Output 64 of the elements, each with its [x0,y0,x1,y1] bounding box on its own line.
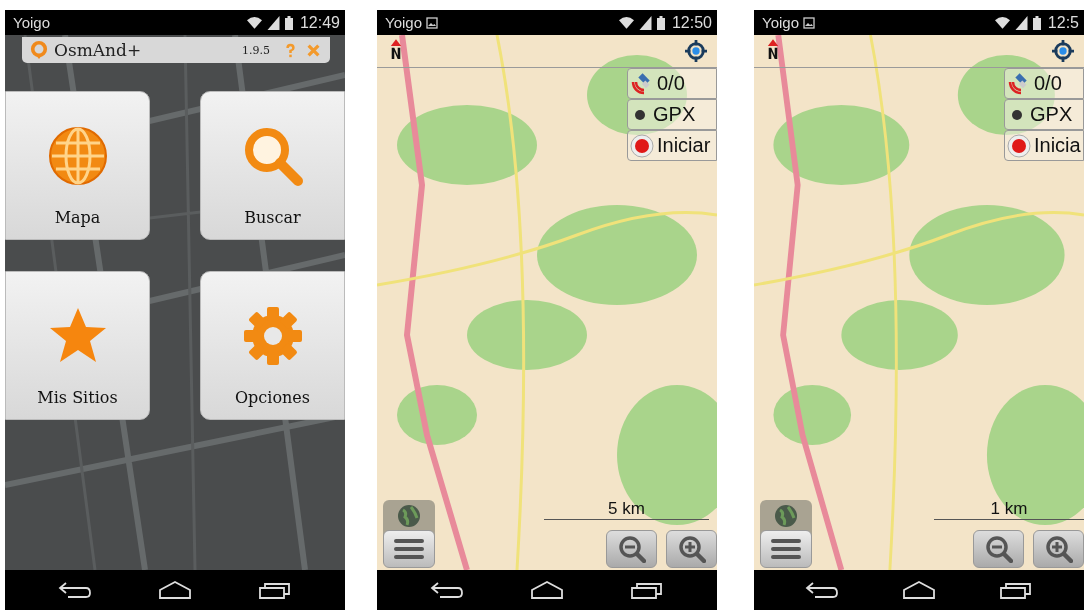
back-icon[interactable] [805,580,840,600]
clock: 12:49 [299,13,340,32]
zoom-in-button[interactable] [1033,530,1084,568]
menu-tile[interactable]: Opciones [200,271,345,420]
my-location-icon[interactable] [1052,40,1074,62]
menu-button[interactable] [383,530,435,568]
map-widget[interactable]: 0/0 [627,68,717,99]
menu-tile[interactable]: Buscar [200,91,345,240]
zoom-out-button[interactable] [606,530,657,568]
carrier-name: Yoigo [762,14,799,31]
map-widget[interactable]: GPX [627,99,717,130]
globe-icon [47,126,108,186]
dot-icon [1012,109,1022,120]
wifi-icon [618,15,634,30]
zoom-in-icon [677,535,706,563]
map-widget[interactable]: Iniciar [627,130,717,161]
scale-label: 5 km [608,499,645,519]
clock: 12:50 [671,13,712,32]
menu-button[interactable] [760,530,812,568]
battery-icon [656,15,665,30]
app-title: OsmAnd+ [54,40,142,60]
home-icon[interactable] [158,580,192,600]
record-icon [1007,133,1031,158]
home-icon[interactable] [530,580,564,600]
carrier-name: Yoigo [13,14,50,31]
dot-icon [635,109,645,120]
menu-tile[interactable]: Mis Sitios [5,271,150,420]
settings-icon [242,306,303,366]
zoom-out-icon [617,535,646,563]
battery-icon [284,15,293,30]
globe-icon [774,504,798,528]
recent-apps-icon[interactable] [630,580,664,600]
wifi-icon [246,15,262,30]
compass-icon[interactable] [390,39,402,60]
zoom-out-button[interactable] [973,530,1024,568]
record-icon [630,133,654,158]
carrier-name: Yoigo [385,14,422,31]
search-icon [242,126,303,186]
compass-icon[interactable] [767,39,779,60]
my-location-icon[interactable] [685,40,707,62]
zoom-in-icon [1044,535,1073,563]
logo-icon [30,41,48,59]
menu-tile[interactable]: Mapa [5,91,150,240]
wifi-icon [994,15,1010,30]
clock: 12:5 [1047,13,1079,32]
menu-icon [771,538,801,560]
globe-icon [397,504,421,528]
map-widget[interactable]: Inicia [1004,130,1084,161]
back-icon[interactable] [430,580,464,600]
signal-icon [265,15,281,30]
signal-icon [1013,15,1029,30]
version-label: 1.9.5 [242,43,270,57]
scale-label: 1 km [990,499,1028,519]
signal-icon [637,15,653,30]
menu-icon [394,538,424,560]
map-widget[interactable]: GPX [1004,99,1084,130]
back-icon[interactable] [58,580,92,600]
zoom-in-button[interactable] [666,530,717,568]
map-widget[interactable]: 0/0 [1004,68,1084,99]
recent-apps-icon[interactable] [998,580,1033,600]
recent-apps-icon[interactable] [258,580,292,600]
zoom-out-icon [984,535,1013,563]
home-icon[interactable] [902,580,936,600]
battery-icon [1032,15,1041,30]
